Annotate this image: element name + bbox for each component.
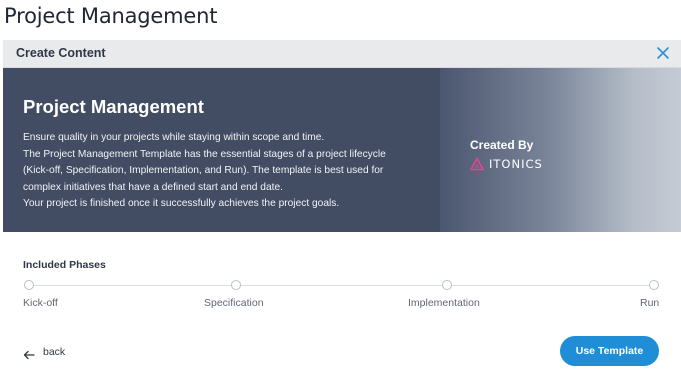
use-template-button[interactable]: Use Template [560, 336, 659, 366]
template-description: Ensure quality in your projects while st… [23, 130, 433, 213]
brand-name: ITONICS [489, 157, 543, 171]
phase-marker-kick-off [24, 280, 34, 290]
arrow-left-icon [23, 347, 35, 360]
template-title: Project Management [23, 96, 204, 117]
description-line: The Project Management Template has the … [23, 148, 386, 160]
included-phases-label: Included Phases [23, 259, 106, 271]
phase-marker-implementation [442, 280, 452, 290]
itonics-logo-icon [470, 157, 484, 171]
phase-timeline-line [29, 285, 654, 286]
phase-label-implementation: Implementation [408, 297, 480, 309]
created-by-label: Created By [470, 138, 534, 152]
phase-label-kick-off: Kick-off [23, 297, 58, 309]
description-line: (Kick-off, Specification, Implementation… [23, 165, 384, 176]
template-hero-banner: Project Management Ensure quality in you… [3, 68, 681, 232]
back-link[interactable]: back [23, 344, 65, 360]
page-title: Project Management [4, 4, 218, 28]
close-icon[interactable] [655, 45, 671, 61]
description-line: Your project is finished once it success… [23, 198, 340, 209]
hero-creator-panel: Created By ITONICS [440, 68, 681, 232]
modal-header: Create Content [3, 40, 681, 68]
page: Project Management Create Content Projec… [0, 0, 681, 372]
phase-label-run: Run [640, 297, 660, 309]
phase-marker-run [649, 280, 659, 290]
description-line: Ensure quality in your projects while st… [23, 132, 325, 143]
phase-marker-specification [231, 280, 241, 290]
description-line: complex initiatives that have a defined … [23, 181, 283, 193]
modal-title: Create Content [16, 46, 106, 60]
hero-text-panel: Project Management Ensure quality in you… [3, 68, 440, 232]
phase-label-specification: Specification [204, 297, 264, 309]
creator-brand: ITONICS [470, 156, 543, 172]
back-label: back [43, 346, 66, 358]
